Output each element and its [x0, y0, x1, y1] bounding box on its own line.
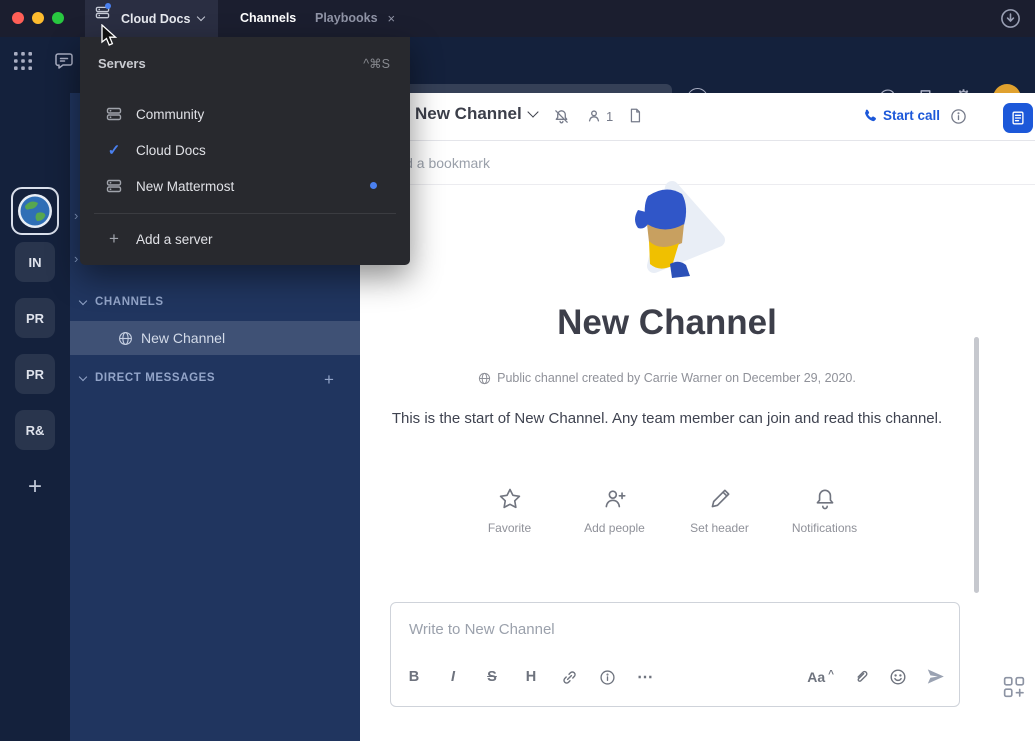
more-formatting-button[interactable]: ⋯	[637, 667, 653, 687]
member-count: 1	[606, 109, 613, 124]
apps-bar-toggle-icon[interactable]	[1003, 676, 1025, 698]
format-toolbar: B I S H ⋯	[405, 667, 653, 687]
team-button-pr2[interactable]: PR	[15, 354, 55, 394]
close-tab-icon[interactable]: ×	[388, 0, 396, 37]
message-input[interactable]: Write to New Channel	[409, 621, 555, 638]
chevron-down-icon	[197, 13, 205, 21]
servers-dropdown-menu: Servers ^⌘S Community ✓ Cloud Docs New M…	[80, 37, 410, 265]
active-team-button[interactable]	[11, 187, 59, 235]
globe-icon	[118, 331, 133, 346]
add-person-icon	[602, 486, 628, 512]
heading-button[interactable]: H	[522, 669, 540, 685]
star-icon	[497, 486, 523, 512]
menu-item-new-mattermost[interactable]: New Mattermost	[80, 168, 410, 204]
title-bar: Cloud Docs Channels Playbooks ×	[0, 0, 1035, 37]
servers-menu-title: Servers	[98, 56, 146, 71]
channel-info-icon[interactable]	[950, 108, 967, 125]
channels-product-icon[interactable]	[54, 51, 74, 71]
server-tab-label: Cloud Docs	[121, 12, 190, 26]
intro-channel-title: New Channel	[360, 303, 974, 343]
channel-title: New Channel	[415, 104, 522, 124]
minimize-window-button[interactable]	[32, 12, 44, 24]
team-sidebar: IN PR PR R& +	[0, 93, 70, 741]
globe-icon	[478, 372, 491, 385]
server-stack-icon	[106, 106, 122, 122]
zoom-window-button[interactable]	[52, 12, 64, 24]
chevron-right-icon: ›	[74, 209, 78, 222]
check-icon: ✓	[106, 141, 122, 159]
text-format-toggle[interactable]: Aa ^	[807, 669, 834, 685]
add-people-button[interactable]: Add people	[574, 486, 656, 535]
send-icon[interactable]	[926, 667, 945, 686]
caret-up-icon: ^	[828, 669, 834, 680]
info-circle-icon[interactable]	[599, 669, 616, 686]
direct-messages-category-header[interactable]: DIRECT MESSAGES	[80, 372, 215, 384]
main-scrollbar[interactable]	[974, 337, 979, 593]
pinned-file-icon[interactable]	[627, 107, 643, 124]
channel-header: New Channel 1 Start call	[360, 93, 1035, 141]
start-call-button[interactable]: Start call	[862, 108, 940, 123]
tab-playbooks[interactable]: Playbooks	[315, 0, 378, 37]
sidebar-channel-new-channel[interactable]: New Channel	[70, 321, 360, 355]
unread-dot	[105, 3, 111, 9]
servers-menu-header: Servers ^⌘S	[98, 51, 390, 75]
team-button-r[interactable]: R&	[15, 410, 55, 450]
bold-button[interactable]: B	[405, 669, 423, 685]
apps-grid-icon[interactable]	[14, 52, 32, 70]
channel-title-dropdown[interactable]: New Channel	[415, 104, 537, 124]
plus-icon: +	[106, 229, 122, 249]
globe-team-avatar	[17, 193, 53, 229]
composer-actions: Aa ^	[807, 667, 945, 686]
chevron-down-icon	[527, 106, 538, 117]
pencil-icon	[707, 486, 733, 512]
playbooks-appbar-icon[interactable]	[1003, 103, 1033, 133]
channel-name: New Channel	[141, 330, 225, 346]
tab-channels[interactable]: Channels	[240, 0, 296, 37]
team-button-in[interactable]: IN	[15, 242, 55, 282]
unread-dot	[370, 182, 377, 189]
phone-icon	[862, 108, 877, 123]
menu-item-add-server[interactable]: + Add a server	[80, 221, 410, 257]
intro-description: This is the start of New Channel. Any te…	[387, 408, 947, 430]
menu-divider	[94, 213, 396, 214]
add-team-button[interactable]: +	[15, 467, 55, 507]
server-stack-icon	[106, 178, 122, 194]
team-button-pr1[interactable]: PR	[15, 298, 55, 338]
add-direct-message-button[interactable]: +	[318, 369, 340, 391]
intro-meta-text: Public channel created by Carrie Warner …	[497, 371, 856, 385]
bell-icon	[812, 486, 838, 512]
favorite-button[interactable]: Favorite	[469, 486, 551, 535]
download-icon[interactable]	[1000, 8, 1021, 29]
italic-button[interactable]: I	[444, 669, 462, 685]
members-button[interactable]: 1	[586, 108, 613, 124]
notifications-button[interactable]: Notifications	[784, 486, 866, 535]
channels-category-header[interactable]: CHANNELS	[80, 296, 164, 308]
link-icon[interactable]	[561, 669, 578, 686]
menu-item-community[interactable]: Community	[80, 96, 410, 132]
strikethrough-button[interactable]: S	[483, 669, 501, 685]
message-composer: Write to New Channel B I S H ⋯ Aa ^	[390, 602, 960, 707]
set-header-button[interactable]: Set header	[679, 486, 761, 535]
chevron-down-icon	[79, 297, 87, 305]
chevron-right-icon: ›	[74, 252, 78, 265]
mute-bell-slash-icon[interactable]	[553, 108, 570, 125]
intro-actions: Favorite Add people Set header Notificat…	[360, 486, 974, 535]
channel-intro-illustration	[602, 180, 732, 292]
emoji-smiley-icon[interactable]	[889, 668, 907, 686]
mouse-cursor	[100, 24, 118, 48]
chevron-down-icon	[79, 373, 87, 381]
attach-paperclip-icon[interactable]	[853, 668, 870, 685]
servers-menu-shortcut: ^⌘S	[363, 56, 390, 71]
bookmarks-bar: Add a bookmark	[360, 141, 1035, 185]
menu-item-cloud-docs[interactable]: ✓ Cloud Docs	[80, 132, 410, 168]
member-icon	[586, 108, 602, 124]
close-window-button[interactable]	[12, 12, 24, 24]
intro-meta-row: Public channel created by Carrie Warner …	[360, 371, 974, 385]
